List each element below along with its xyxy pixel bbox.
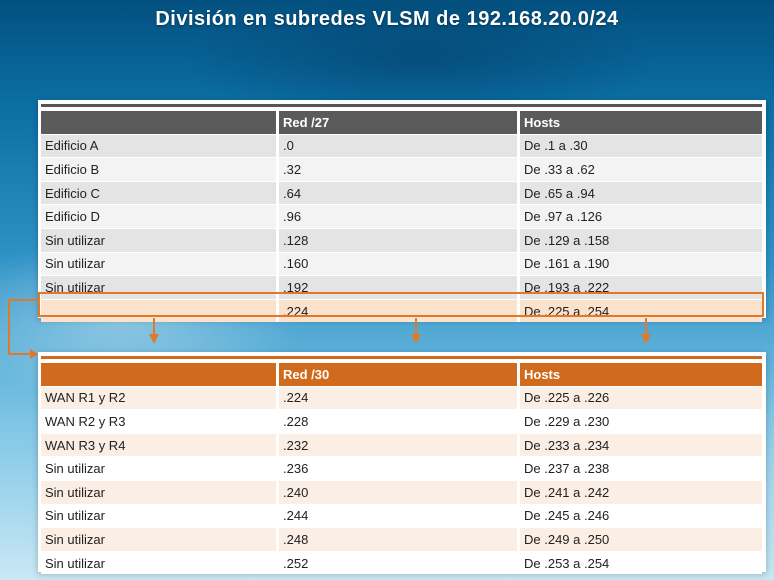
header-cell: Hosts [520, 363, 762, 386]
cell-hosts: De .225 a .226 [520, 385, 762, 410]
down-arrowhead-icon [411, 334, 421, 344]
cell-network: .228 [279, 409, 520, 433]
cell-network: .224 [279, 385, 520, 410]
table-row: Sin utilizar .240 De .241 a .242 [41, 479, 762, 504]
table-row: Sin utilizar .244 De .245 a .246 [41, 503, 762, 528]
cell-network: .236 [279, 456, 520, 480]
cell-hosts: De .233 a .234 [520, 432, 762, 457]
cell-network: .248 [279, 527, 520, 551]
left-arrowhead-icon [30, 349, 38, 359]
subnet-30-table: Red /30 Hosts WAN R1 y R2 .224 De .225 a… [41, 363, 762, 575]
down-arrowhead-icon [641, 334, 651, 344]
cell-hosts: De .253 a .254 [520, 550, 762, 575]
cell-name: WAN R2 y R3 [41, 409, 279, 433]
left-connector-line [8, 299, 38, 355]
table-row: WAN R3 y R4 .232 De .233 a .234 [41, 432, 762, 457]
down-arrowhead-icon [149, 334, 159, 344]
cell-network: .252 [279, 550, 520, 575]
cell-network: .240 [279, 479, 520, 504]
cell-network: .244 [279, 503, 520, 528]
cell-name: WAN R3 y R4 [41, 432, 279, 457]
cell-hosts: De .249 a .250 [520, 527, 762, 551]
subnet-30-panel: Red /30 Hosts WAN R1 y R2 .224 De .225 a… [38, 352, 766, 575]
table-row: Sin utilizar .252 De .253 a .254 [41, 550, 762, 575]
table-row: Sin utilizar .248 De .249 a .250 [41, 527, 762, 551]
table-row: WAN R1 y R2 .224 De .225 a .226 [41, 385, 762, 410]
table-row: Sin utilizar .236 De .237 a .238 [41, 456, 762, 480]
cell-hosts: De .237 a .238 [520, 456, 762, 480]
cell-hosts: De .229 a .230 [520, 409, 762, 433]
cell-name: Sin utilizar [41, 550, 279, 575]
cell-name: Sin utilizar [41, 503, 279, 528]
cell-name: Sin utilizar [41, 527, 279, 551]
cell-network: .232 [279, 432, 520, 457]
panel-top-rule [41, 356, 762, 359]
header-cell: Red /30 [279, 363, 520, 386]
cell-name: Sin utilizar [41, 479, 279, 504]
cell-name: Sin utilizar [41, 456, 279, 480]
cell-hosts: De .245 a .246 [520, 503, 762, 528]
cell-name: WAN R1 y R2 [41, 385, 279, 410]
header-cell [41, 363, 279, 386]
table-header-row: Red /30 Hosts [41, 363, 762, 386]
table-row: WAN R2 y R3 .228 De .229 a .230 [41, 409, 762, 433]
cell-hosts: De .241 a .242 [520, 479, 762, 504]
